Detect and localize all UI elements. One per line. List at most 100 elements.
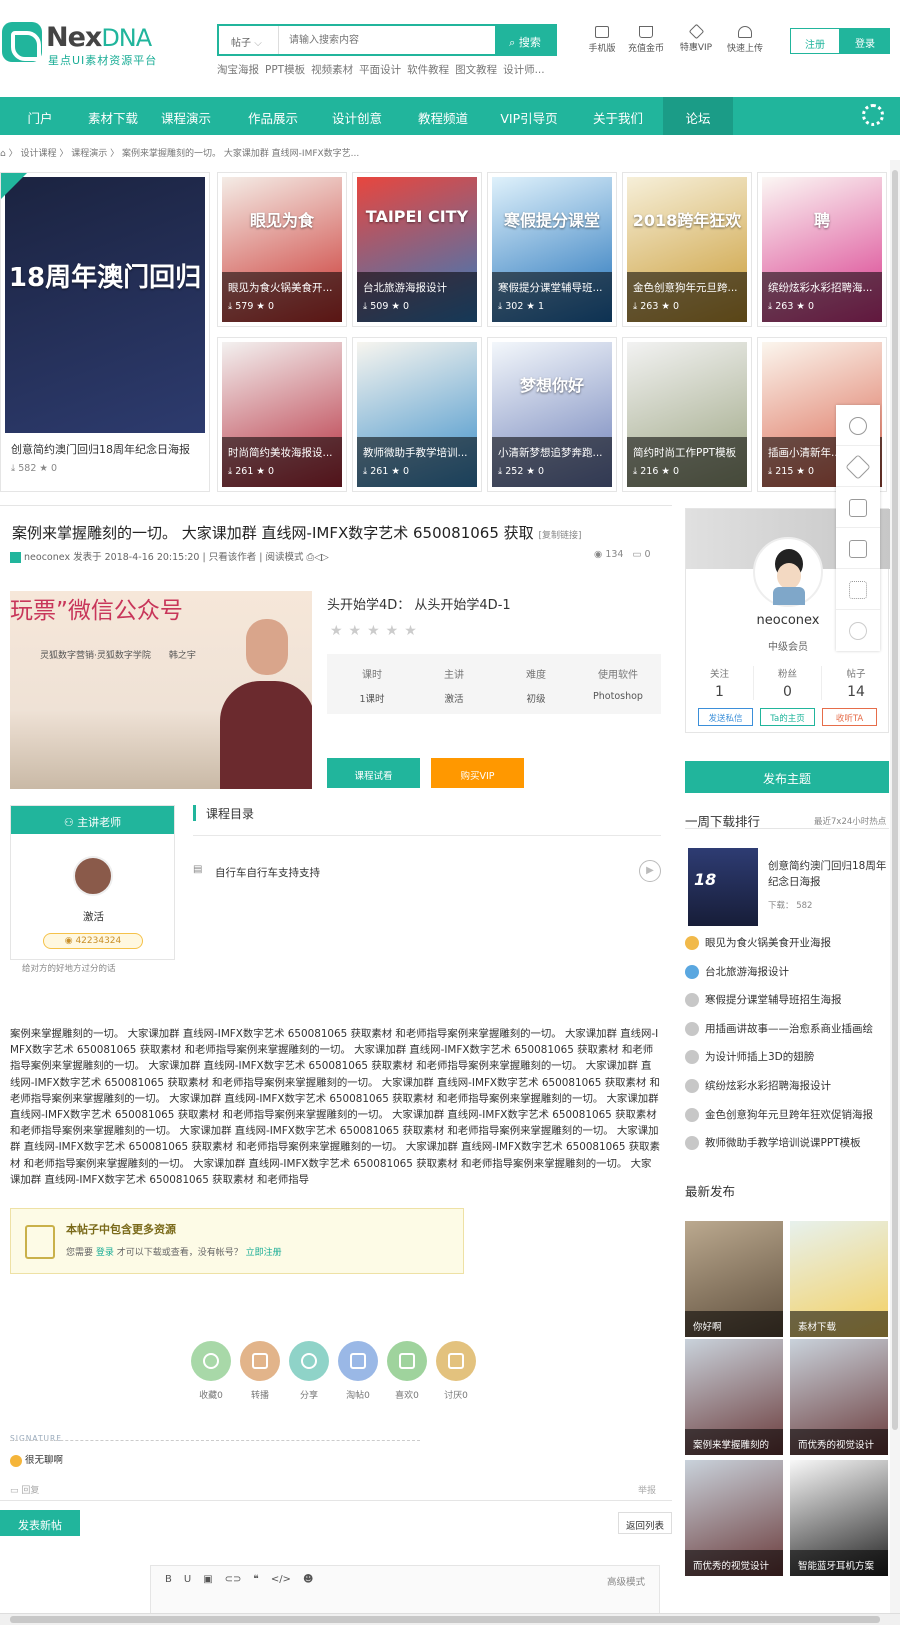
only-author-link[interactable]: 只看该作者 — [209, 552, 257, 563]
latest-tile[interactable]: 素材下载 — [790, 1221, 888, 1337]
float-item[interactable] — [836, 446, 880, 487]
latest-tile[interactable]: 而优秀的视觉设计 — [685, 1460, 783, 1576]
nav-item[interactable]: VIP引导页 — [489, 97, 569, 135]
gallery-title[interactable]: 金色创意狗年元旦跨... — [633, 280, 741, 295]
teacher-name[interactable]: 激活 — [11, 909, 176, 924]
float-item[interactable] — [836, 569, 880, 610]
nav-item[interactable]: 作品展示 — [233, 97, 313, 135]
gallery-item[interactable]: 时尚简约美妆海报设... ⤓ 261 ★ 0 — [217, 337, 347, 492]
hot-tag[interactable]: 图文教程 — [455, 64, 497, 76]
vertical-scrollbar-thumb[interactable] — [892, 170, 898, 1430]
hot-tag[interactable]: 设计师... — [503, 64, 545, 76]
reply-editor[interactable]: B U ▣ ⊂⊃ ❝ </> ☻ 高级模式 — [150, 1565, 660, 1615]
reply-link[interactable]: ▭ 回复 — [10, 1483, 39, 1496]
author-stat[interactable]: 帖子 14 — [822, 666, 890, 700]
gallery-item[interactable]: 18周年澳门回归 创意简约澳门回归18周年纪念日海报 ⤓ 582 ★ 0 — [0, 172, 210, 492]
action-share-button[interactable] — [289, 1341, 329, 1381]
homepage-button[interactable]: Ta的主页 — [760, 708, 815, 726]
ranking-item[interactable]: 寒假提分课堂辅导班招生海报 — [685, 992, 842, 1008]
hot-tag[interactable]: 平面设计 — [359, 64, 401, 76]
action-dislike-button[interactable] — [436, 1341, 476, 1381]
mobile-link[interactable]: 手机版 — [582, 26, 622, 54]
gallery-title[interactable]: 台北旅游海报设计 — [363, 280, 471, 295]
register-button[interactable]: 注册 — [790, 28, 840, 54]
latest-tile[interactable]: 你好啊 — [685, 1221, 783, 1337]
ranking-item[interactable]: 用插画讲故事——治愈系商业插画绘 — [685, 1021, 873, 1036]
ranking-item[interactable]: 台北旅游海报设计 — [685, 964, 789, 979]
action-collect-button[interactable] — [338, 1341, 378, 1381]
breadcrumb-item[interactable]: 课程演示 — [71, 149, 107, 159]
rating-stars[interactable]: ★★★★★ — [330, 623, 423, 639]
editor-tool[interactable]: ⊂⊃ — [225, 1574, 242, 1585]
brand-name[interactable]: NexDNA — [46, 22, 152, 53]
breadcrumb-item[interactable]: 设计课程 — [20, 149, 56, 159]
hot-tag[interactable]: 视频素材 — [311, 64, 353, 76]
top-rank-thumb[interactable]: 18 — [688, 848, 758, 926]
gallery-item[interactable]: 梦想你好 小清新梦想追梦奔跑... ⤓ 252 ★ 0 — [487, 337, 617, 492]
gallery-item[interactable]: 聘缤纷炫彩水彩招聘海... ⤓ 263 ★ 0 — [757, 172, 887, 327]
action-favorite-button[interactable] — [191, 1341, 231, 1381]
course-preview-button[interactable]: 课程试看 — [327, 758, 420, 788]
action-forward-button[interactable] — [240, 1341, 280, 1381]
course-video[interactable]: 玩票”微信公众号 灵狐数字营销·灵狐数字学院 韩之宇 — [10, 591, 312, 789]
search-input[interactable] — [285, 26, 485, 54]
gallery-title[interactable]: 缤纷炫彩水彩招聘海... — [768, 280, 876, 295]
author-stat[interactable]: 关注 1 — [686, 666, 754, 700]
ranking-item[interactable]: 缤纷炫彩水彩招聘海报设计 — [685, 1078, 831, 1093]
read-mode-link[interactable]: 阅读模式 — [266, 552, 304, 563]
gallery-item[interactable]: 简约时尚工作PPT模板 ⤓ 216 ★ 0 — [622, 337, 752, 492]
editor-tool[interactable]: U — [184, 1574, 191, 1585]
ranking-item[interactable]: 为设计师插上3D的翅膀 — [685, 1049, 814, 1065]
nav-item[interactable]: 论坛 — [663, 97, 733, 135]
upload-link[interactable]: 快速上传 — [725, 26, 765, 54]
hot-tag[interactable]: PPT模板 — [265, 64, 305, 76]
search-category-select[interactable]: 帖子 ⌵ — [219, 26, 279, 54]
gallery-title[interactable]: 教师微助手教学培训... — [363, 445, 471, 460]
editor-tool[interactable]: ▣ — [203, 1574, 212, 1585]
gallery-item[interactable]: TAIPEI CITY 台北旅游海报设计 ⤓ 509 ★ 0 — [352, 172, 482, 327]
lesson-item[interactable]: ▤ 自行车自行车支持支持 ▶ — [193, 860, 661, 884]
register-link[interactable]: 立即注册 — [246, 1248, 282, 1258]
nav-item[interactable]: 课程演示 — [146, 97, 226, 135]
nav-item[interactable]: 素材下载 — [73, 97, 153, 135]
top-rank-title[interactable]: 创意简约澳门回归18周年纪念日海报 — [768, 858, 888, 890]
author-stat[interactable]: 粉丝 0 — [754, 666, 822, 700]
buy-vip-button[interactable]: 购买VIP — [431, 758, 524, 788]
login-link[interactable]: 登录 — [96, 1248, 114, 1258]
latest-tile[interactable]: 智能蓝牙耳机方案 — [790, 1460, 888, 1576]
float-item[interactable] — [836, 405, 880, 446]
follow-button[interactable]: 收听TA — [822, 708, 877, 726]
editor-tool[interactable]: ☻ — [303, 1574, 313, 1585]
report-link[interactable]: 举报 — [638, 1483, 656, 1496]
back-to-list-button[interactable]: 返回列表 — [618, 1512, 672, 1534]
hot-tag[interactable]: 软件教程 — [407, 64, 449, 76]
author-avatar[interactable] — [753, 537, 823, 607]
gallery-item[interactable]: 2018跨年狂欢 金色创意狗年元旦跨... ⤓ 263 ★ 0 — [622, 172, 752, 327]
vip-link[interactable]: 特惠VIP — [676, 23, 716, 53]
gallery-title[interactable]: 时尚简约美妆海报设... — [228, 445, 336, 460]
post-author[interactable]: neoconex — [24, 552, 70, 563]
float-item[interactable] — [836, 528, 880, 569]
latest-tile[interactable]: 案例来掌握雕刻的 — [685, 1339, 783, 1455]
nav-item[interactable]: 教程频道 — [403, 97, 483, 135]
latest-tile[interactable]: 而优秀的视觉设计 — [790, 1339, 888, 1455]
gallery-title[interactable]: 寒假提分课堂辅导班... — [498, 280, 606, 295]
play-icon[interactable]: ▶ — [639, 860, 661, 882]
nav-item[interactable]: 设计创意 — [317, 97, 397, 135]
ranking-item[interactable]: 眼见为食火锅美食开业海报 — [685, 935, 831, 950]
copy-link[interactable]: [复制链接] — [538, 531, 581, 541]
next-icon[interactable]: ▷ — [321, 552, 328, 563]
editor-tool[interactable]: </> — [271, 1574, 291, 1585]
float-item[interactable] — [836, 487, 880, 528]
gallery-title[interactable]: 创意简约澳门回归18周年纪念日海报 — [11, 441, 199, 457]
hot-tag[interactable]: 淘宝海报 — [217, 64, 259, 76]
gallery-title[interactable]: 小清新梦想追梦奔跑... — [498, 445, 606, 460]
send-message-button[interactable]: 发送私信 — [698, 708, 753, 726]
vertical-scrollbar[interactable] — [890, 160, 900, 1613]
float-item[interactable] — [836, 610, 880, 651]
teacher-avatar[interactable] — [73, 856, 113, 896]
ranking-item[interactable]: 金色创意狗年元旦跨年狂欢促销海报 — [685, 1107, 873, 1122]
gear-icon[interactable] — [862, 104, 884, 126]
gallery-title[interactable]: 简约时尚工作PPT模板 — [633, 445, 741, 460]
gallery-title[interactable]: 眼见为食火锅美食开... — [228, 280, 336, 295]
